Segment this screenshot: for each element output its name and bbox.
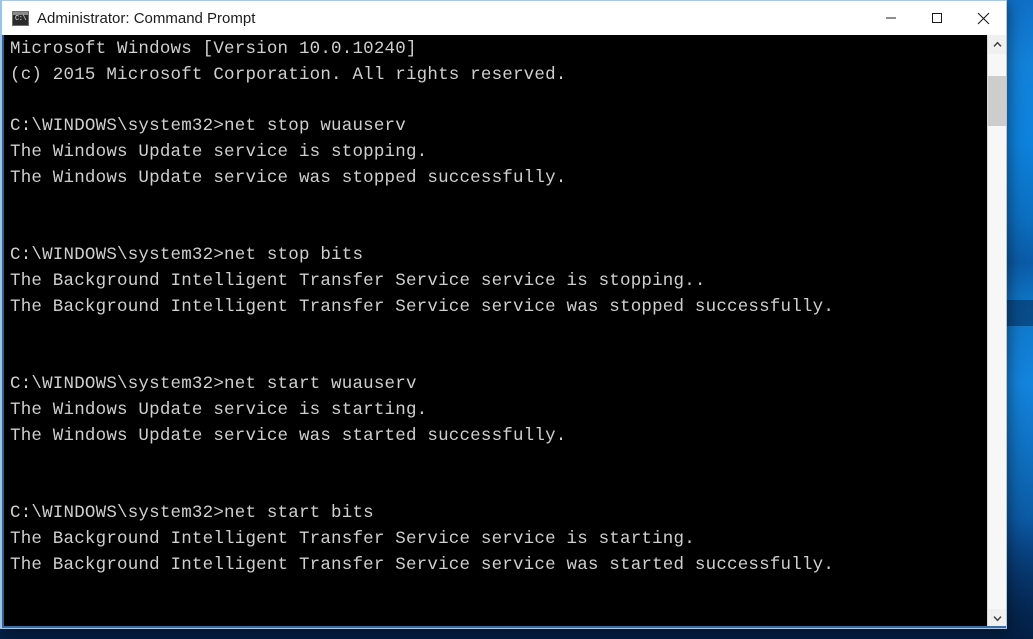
console-line: The Background Intelligent Transfer Serv… — [10, 296, 835, 317]
window-controls — [868, 1, 1006, 35]
console-line: C:\WINDOWS\system32>net stop bits — [10, 245, 364, 266]
console-line: C:\WINDOWS\system32>net start wuauserv — [10, 374, 417, 395]
console-scrollbar[interactable] — [987, 35, 1006, 628]
console-line: The Background Intelligent Transfer Serv… — [10, 554, 835, 575]
minimize-button[interactable] — [868, 1, 914, 35]
console-line: (c) 2015 Microsoft Corporation. All righ… — [10, 64, 567, 85]
console-line: The Background Intelligent Transfer Serv… — [10, 529, 695, 550]
console-line: The Background Intelligent Transfer Serv… — [10, 271, 706, 292]
close-button[interactable] — [960, 1, 1006, 35]
maximize-icon — [932, 13, 942, 23]
maximize-button[interactable] — [914, 1, 960, 35]
minimize-icon — [886, 17, 896, 19]
console-line: Microsoft Windows [Version 10.0.10240] — [10, 39, 417, 59]
scrollbar-thumb[interactable] — [988, 76, 1006, 127]
window-title: Administrator: Command Prompt — [37, 9, 256, 27]
title-bar[interactable]: C:\ Administrator: Command Prompt — [2, 1, 1006, 35]
command-prompt-icon-glyph: C:\ — [15, 14, 27, 23]
console-line: The Windows Update service is starting. — [10, 400, 428, 421]
command-prompt-icon: C:\ — [12, 10, 29, 26]
console-line: The Windows Update service was started s… — [10, 425, 567, 446]
chevron-down-icon — [993, 616, 1002, 622]
close-icon — [977, 12, 989, 24]
console-line: C:\WINDOWS\system32>net start bits — [10, 503, 374, 524]
console-line: The Windows Update service is stopping. — [10, 142, 428, 163]
console-text: Microsoft Windows [Version 10.0.10240] (c… — [10, 37, 978, 628]
console-line: C:\WINDOWS\system32>net stop wuauserv — [10, 116, 406, 137]
console-line: The Windows Update service was stopped s… — [10, 167, 567, 188]
console-output-area[interactable]: Microsoft Windows [Version 10.0.10240] (c… — [2, 35, 1006, 628]
scrollbar-track[interactable] — [988, 54, 1006, 609]
command-prompt-window[interactable]: C:\ Administrator: Command Prompt Micros… — [0, 0, 1007, 629]
chevron-up-icon — [993, 41, 1002, 47]
scrollbar-up-button[interactable] — [988, 35, 1006, 54]
window-bottom-edge — [2, 626, 1006, 628]
